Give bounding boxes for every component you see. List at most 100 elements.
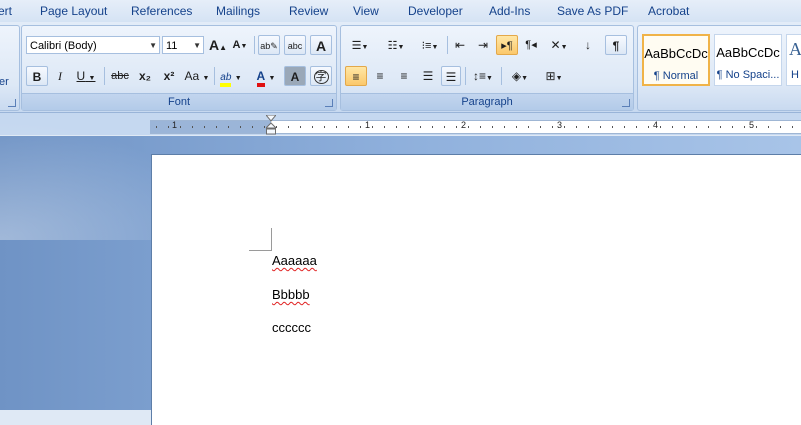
paragraph-2[interactable]: Bbbbb — [272, 287, 310, 302]
tab-add-ins[interactable]: Add-Ins — [489, 4, 530, 18]
paragraph-dialog-launcher[interactable] — [622, 99, 630, 107]
ruler-tick — [744, 126, 745, 128]
ruler-tick — [564, 126, 565, 128]
tab-mailings[interactable]: Mailings — [216, 4, 260, 18]
style-heading-tile[interactable]: A H — [786, 34, 801, 86]
underline-icon: U — [76, 69, 86, 83]
rtl-direction-icon: ¶◂ — [525, 39, 537, 51]
bullets-button[interactable]: ☰▼ — [343, 35, 377, 55]
bold-button[interactable]: B — [26, 66, 48, 86]
font-group: Calibri (Body) ▼ 11 ▼ A▲ A▼ ab✎ abc A B … — [21, 25, 337, 111]
grow-font-button[interactable]: A▲ — [208, 35, 228, 55]
line-spacing-button[interactable]: ↕≡▼ — [468, 66, 498, 86]
style-name: H — [791, 69, 799, 81]
tab-page-layout[interactable]: Page Layout — [40, 4, 107, 18]
shading-button[interactable]: ◈▼ — [504, 66, 536, 86]
ruler-tick — [780, 126, 781, 128]
paragraph-1[interactable]: Aaaaaa — [272, 253, 317, 268]
horizontal-ruler[interactable]: 1 1 2 3 4 5 — [150, 120, 801, 134]
ltr-direction-button[interactable]: ▸¶ — [496, 35, 518, 55]
character-shading-button[interactable]: A — [284, 66, 306, 86]
font-dialog-launcher[interactable] — [325, 99, 333, 107]
tab-acrobat[interactable]: Acrobat — [648, 4, 689, 18]
highlight-button[interactable]: ab ▼ — [216, 66, 246, 87]
borders-button[interactable]: ⊞▼ — [539, 66, 569, 86]
tab-developer[interactable]: Developer — [408, 4, 463, 18]
font-name-combo[interactable]: Calibri (Body) ▼ — [26, 36, 160, 54]
asian-layout-button[interactable]: ✕▼ — [544, 35, 574, 55]
asian-layout-icon: ✕ — [550, 38, 561, 52]
ruler-tick — [708, 126, 709, 128]
clipboard-group-partial: er — [0, 25, 20, 111]
ruler-tick — [276, 126, 277, 128]
superscript-button[interactable]: x² — [158, 66, 180, 86]
align-center-button[interactable]: ≡ — [369, 66, 391, 86]
underline-button[interactable]: U ▼ — [72, 66, 100, 86]
ruler-tick — [336, 126, 337, 128]
distributed-button[interactable]: ☰ — [441, 66, 461, 86]
align-right-icon: ≡ — [400, 69, 408, 83]
chevron-down-icon: ▼ — [268, 75, 276, 82]
ruler-number: 1 — [365, 120, 371, 130]
clear-formatting-icon: ab✎ — [260, 41, 278, 51]
align-left-button[interactable]: ≡ — [345, 66, 367, 86]
grow-font-icon: A — [208, 37, 220, 53]
style-normal-tile[interactable]: AaBbCcDc ¶ Normal — [642, 34, 710, 86]
decrease-indent-button[interactable]: ⇤ — [449, 35, 471, 55]
ruler-tick — [252, 126, 253, 128]
chevron-down-icon: ▼ — [560, 44, 568, 51]
character-border-button[interactable]: A — [310, 35, 332, 55]
ruler-tick — [504, 126, 505, 128]
multilevel-list-button[interactable]: ⁝≡▼ — [415, 35, 445, 55]
ruler-tick — [696, 126, 697, 128]
paragraph-3[interactable]: cccccc — [272, 320, 311, 335]
style-name: ¶ No Spaci... — [716, 69, 780, 81]
bullets-icon: ☰ — [351, 40, 362, 52]
font-color-button[interactable]: A ▼ — [250, 66, 282, 87]
ruler-tick — [720, 126, 721, 128]
shrink-font-button[interactable]: A▼ — [230, 35, 250, 55]
strikethrough-icon: abc — [111, 70, 129, 82]
sort-button[interactable]: ↓ — [577, 35, 599, 55]
separator — [447, 36, 448, 54]
align-right-button[interactable]: ≡ — [393, 66, 415, 86]
font-group-label: Font — [22, 93, 336, 110]
italic-button[interactable]: I — [50, 66, 70, 86]
separator — [214, 67, 215, 85]
clipboard-dialog-launcher[interactable] — [8, 99, 16, 107]
tab-references[interactable]: References — [131, 4, 192, 18]
ruler-tick — [468, 126, 469, 128]
chevron-down-icon: ▼ — [234, 75, 242, 82]
show-marks-button[interactable]: ¶ — [605, 35, 627, 55]
chevron-down-icon: ▼ — [202, 75, 210, 82]
ruler-tick — [552, 126, 553, 128]
justify-button[interactable]: ☰ — [417, 66, 439, 86]
phonetic-guide-button[interactable]: abc — [284, 35, 306, 55]
ruler-tick — [396, 126, 397, 128]
style-no-spacing-tile[interactable]: AaBbCcDc ¶ No Spaci... — [714, 34, 782, 86]
clear-formatting-button[interactable]: ab✎ — [258, 35, 280, 55]
rtl-direction-button[interactable]: ¶◂ — [520, 35, 542, 55]
styles-group: AaBbCcDc ¶ Normal AaBbCcDc ¶ No Spaci...… — [637, 25, 801, 111]
pilcrow-icon: ¶ — [612, 39, 620, 53]
font-size-combo[interactable]: 11 ▼ — [162, 36, 204, 54]
ruler-tick — [432, 126, 433, 128]
tab-save-as-pdf[interactable]: Save As PDF — [557, 4, 628, 18]
ruler-tick — [576, 126, 577, 128]
italic-icon: I — [58, 69, 62, 83]
ruler-tick — [492, 126, 493, 128]
tab-review[interactable]: Review — [289, 4, 328, 18]
ruler-tick — [636, 126, 637, 128]
numbering-button[interactable]: ☷▼ — [379, 35, 413, 55]
indent-marker-icon[interactable] — [266, 115, 276, 135]
increase-indent-button[interactable]: ⇥ — [472, 35, 494, 55]
tab-view[interactable]: View — [353, 4, 379, 18]
tab-insert[interactable]: ert — [0, 4, 12, 18]
subscript-button[interactable]: x₂ — [134, 66, 156, 86]
multilevel-list-icon: ⁝≡ — [421, 40, 432, 52]
ruler-tick — [588, 126, 589, 128]
enclose-characters-button[interactable]: 字 — [310, 66, 332, 86]
change-case-button[interactable]: Aa ▼ — [182, 66, 212, 86]
document-page[interactable]: Aaaaaa Bbbbb cccccc — [151, 154, 801, 425]
strikethrough-button[interactable]: abc — [108, 66, 132, 86]
